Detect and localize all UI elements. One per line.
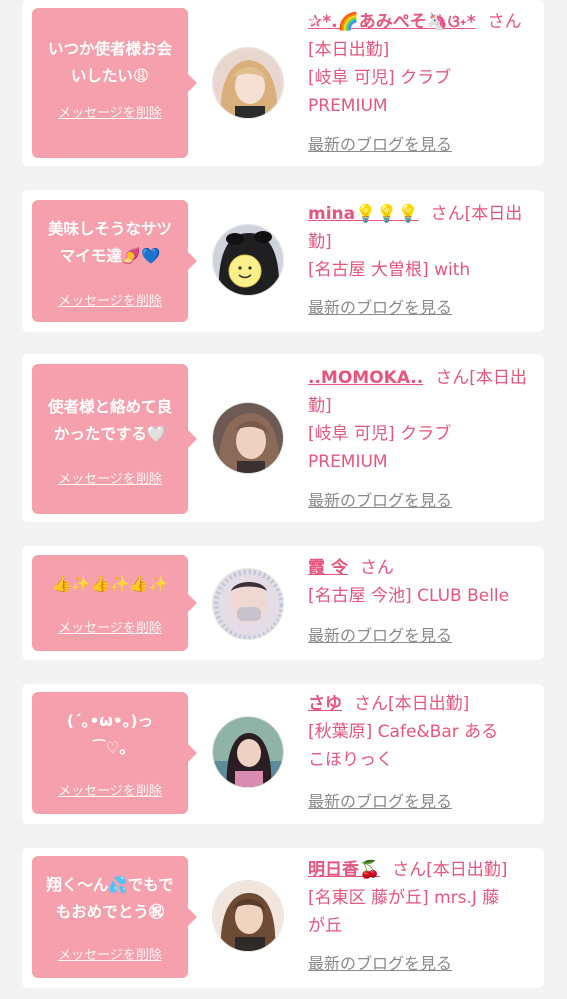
shop-detail: [岐阜 可児] クラブ: [308, 68, 452, 88]
cast-photo-icon: [213, 48, 283, 118]
cast-photo-icon: [213, 225, 283, 295]
message-card: 使者様と絡めて良 かったでする🤍 メッセージを削除 ..MOMOKA.. さん[本…: [22, 354, 544, 522]
cast-name-link[interactable]: 明日香🍒: [308, 860, 380, 880]
delete-message-link[interactable]: メッセージを削除: [32, 948, 188, 964]
latest-blog-link[interactable]: 最新のブログを見る: [308, 491, 452, 511]
latest-blog-link[interactable]: 最新のブログを見る: [308, 135, 452, 155]
shop-detail: [秋葉原] Cafe&Bar ある: [308, 722, 499, 742]
message-card: いつか使者様お会 いしたい😩 メッセージを削除 ✰*.🌈あみぺそ🦄ଓ˖* さん[本…: [22, 0, 544, 166]
message-text: いつか使者様お会 いしたい😩: [47, 40, 172, 85]
cast-info: mina💡💡💡 さん[本日出勤] [名古屋 大曽根] with: [308, 200, 536, 284]
cast-info: ..MOMOKA.. さん[本日出勤] [岐阜 可児] クラブ PREMIUM: [308, 364, 536, 476]
shop-detail: [名古屋 今池] CLUB Belle: [308, 586, 510, 606]
cast-name-link[interactable]: ..MOMOKA..: [308, 368, 423, 388]
latest-blog-link[interactable]: 最新のブログを見る: [308, 626, 452, 646]
avatar[interactable]: [212, 47, 284, 119]
cast-photo-icon: [213, 569, 283, 639]
shop-detail: が丘: [308, 916, 342, 936]
name-line: mina💡💡💡 さん[本日出勤]: [308, 200, 536, 256]
cast-info: ✰*.🌈あみぺそ🦄ଓ˖* さん[本日出勤] [岐阜 可児] クラブ PREMIUM: [308, 8, 536, 120]
avatar[interactable]: [212, 224, 284, 296]
message-text: (´｡•ω•｡)っ ⁀♡｡: [66, 712, 154, 757]
avatar[interactable]: [212, 402, 284, 474]
cast-info: 明日香🍒 さん[本日出勤] [名東区 藤が丘] mrs.J 藤 が丘: [308, 856, 536, 940]
shop-detail: [名東区 藤が丘] mrs.J 藤: [308, 888, 500, 908]
name-line: ..MOMOKA.. さん[本日出勤]: [308, 364, 536, 420]
shop-detail: [名古屋 大曽根] with: [308, 260, 471, 280]
message-bubble: 👍✨👍✨👍✨ メッセージを削除: [32, 555, 197, 651]
message-card: 👍✨👍✨👍✨ メッセージを削除 霞 令さん [名古屋 今池] CLUB Bell…: [22, 546, 544, 660]
message-card: 翔く〜ん💦でもで もおめでとう㊗ メッセージを削除 明日香🍒 さん[本日出勤] […: [22, 848, 544, 988]
cast-info: さゆ さん[本日出勤] [秋葉原] Cafe&Bar ある こほりっく: [308, 690, 536, 774]
latest-blog-link[interactable]: 最新のブログを見る: [308, 792, 452, 812]
cast-photo-icon: [213, 717, 283, 787]
name-suffix: さん[本日出勤]: [354, 694, 470, 714]
avatar[interactable]: [212, 716, 284, 788]
message-bubble: いつか使者様お会 いしたい😩 メッセージを削除: [32, 8, 197, 158]
name-suffix: さん[本日出勤]: [392, 860, 508, 880]
message-text: 👍✨👍✨👍✨: [52, 575, 168, 593]
name-line: さゆ さん[本日出勤]: [308, 690, 536, 718]
shop-detail: PREMIUM: [308, 452, 388, 472]
cast-name-link[interactable]: mina💡💡💡: [308, 204, 419, 224]
delete-message-link[interactable]: メッセージを削除: [32, 294, 188, 310]
name-line: 明日香🍒 さん[本日出勤]: [308, 856, 536, 884]
message-bubble: (´｡•ω•｡)っ ⁀♡｡ メッセージを削除: [32, 692, 197, 814]
shop-detail: [岐阜 可児] クラブ: [308, 424, 452, 444]
name-line: 霞 令さん: [308, 554, 536, 582]
avatar[interactable]: [212, 880, 284, 952]
cast-photo-icon: [213, 881, 283, 951]
message-bubble: 使者様と絡めて良 かったでする🤍 メッセージを削除: [32, 364, 197, 514]
message-card: 美味しそうなサツ マイモ達🍠💙 メッセージを削除 mina💡💡💡 さん[本日出勤]…: [22, 190, 544, 332]
cast-name-link[interactable]: ✰*.🌈あみぺそ🦄ଓ˖*: [308, 12, 476, 32]
delete-message-link[interactable]: メッセージを削除: [32, 106, 188, 122]
message-text: 美味しそうなサツ マイモ達🍠💙: [47, 220, 172, 265]
cast-name-link[interactable]: 霞 令: [308, 558, 348, 578]
message-list: いつか使者様お会 いしたい😩 メッセージを削除 ✰*.🌈あみぺそ🦄ଓ˖* さん[本…: [0, 0, 567, 999]
avatar[interactable]: [212, 568, 284, 640]
message-text: 翔く〜ん💦でもで もおめでとう㊗: [46, 876, 174, 921]
cast-info: 霞 令さん [名古屋 今池] CLUB Belle: [308, 554, 536, 610]
message-card: (´｡•ω•｡)っ ⁀♡｡ メッセージを削除 さゆ さん[本日出勤] [秋葉原] …: [22, 684, 544, 824]
delete-message-link[interactable]: メッセージを削除: [32, 472, 188, 488]
message-text: 使者様と絡めて良 かったでする🤍: [47, 398, 172, 443]
shop-detail: PREMIUM: [308, 96, 388, 116]
latest-blog-link[interactable]: 最新のブログを見る: [308, 298, 452, 318]
delete-message-link[interactable]: メッセージを削除: [32, 784, 188, 800]
shop-detail: こほりっく: [308, 750, 393, 770]
cast-name-link[interactable]: さゆ: [308, 694, 342, 714]
cast-photo-icon: [213, 403, 283, 473]
message-bubble: 翔く〜ん💦でもで もおめでとう㊗ メッセージを削除: [32, 856, 197, 978]
name-line: ✰*.🌈あみぺそ🦄ଓ˖* さん[本日出勤]: [308, 8, 536, 64]
message-bubble: 美味しそうなサツ マイモ達🍠💙 メッセージを削除: [32, 200, 197, 322]
delete-message-link[interactable]: メッセージを削除: [32, 621, 188, 637]
name-suffix: さん: [359, 558, 394, 578]
latest-blog-link[interactable]: 最新のブログを見る: [308, 954, 452, 974]
